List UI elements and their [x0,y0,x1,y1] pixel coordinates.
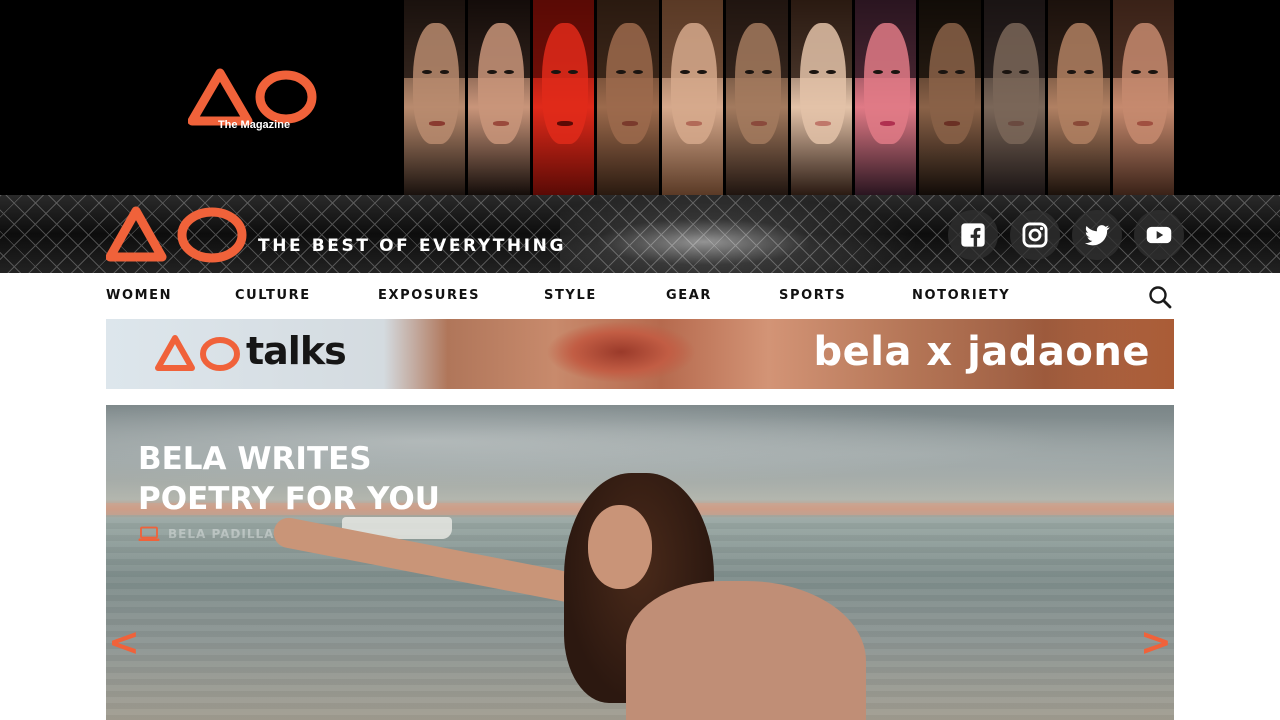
talks-headline: bela x jadaone [813,329,1150,375]
cover-face-panel [468,0,530,195]
main-nav: WOMEN CULTURE EXPOSURES STYLE GEAR SPORT… [106,284,1174,310]
hero-headline[interactable]: BELA WRITES POETRY FOR YOU [138,439,440,519]
facebook-icon [961,223,985,247]
hero-headline-line2[interactable]: POETRY FOR YOU [138,479,440,519]
twitter-icon [1084,225,1110,246]
talks-logo [155,335,240,371]
magazine-caption: The Magazine [217,119,291,131]
nav-item-gear[interactable]: GEAR [666,288,712,303]
nav-item-culture[interactable]: CULTURE [235,288,311,303]
instagram-link[interactable] [1010,210,1060,260]
cover-face-panel [532,0,595,195]
nav-item-women[interactable]: WOMEN [106,288,172,303]
talks-banner[interactable]: talks bela x jadaone [106,319,1174,389]
slider-prev-button[interactable]: < [108,623,140,661]
hero-slider[interactable]: BELA WRITES POETRY FOR YOU BELA PADILLA … [106,405,1174,720]
nav-item-exposures[interactable]: EXPOSURES [378,288,480,303]
twitter-link[interactable] [1072,210,1122,260]
banner-lips-image [546,321,696,383]
youtube-icon [1146,226,1172,244]
site-logo[interactable] [106,205,248,265]
city-lights [560,195,920,273]
cover-face-panel [661,0,724,195]
youtube-link[interactable] [1134,210,1184,260]
cover-faces-strip [404,0,1175,195]
cover-face-panel [597,0,659,195]
hero-byline: BELA PADILLA [138,526,274,542]
search-icon[interactable] [1146,284,1174,310]
cover-face-panel [404,0,466,195]
social-links [948,210,1184,260]
cover-face-panel [790,0,852,195]
hero-model-face [588,505,652,589]
hero-byline-author[interactable]: BELA PADILLA [168,527,274,541]
nav-item-notoriety[interactable]: NOTORIETY [912,288,1010,303]
cover-face-panel [983,0,1046,195]
laptop-icon [138,526,160,541]
cover-face-panel [854,0,917,195]
nav-item-style[interactable]: STYLE [544,288,597,303]
nav-item-sports[interactable]: SPORTS [779,288,846,303]
top-banner: The Magazine [0,0,1280,195]
cover-face-panel [1048,0,1110,195]
cover-face-panel [726,0,788,195]
slider-next-button[interactable]: > [1140,623,1172,661]
site-tagline: THE BEST OF EVERYTHING [258,236,567,256]
facebook-link[interactable] [948,210,998,260]
cover-face-panel [1112,0,1175,195]
hero-headline-line1[interactable]: BELA WRITES [138,439,440,479]
instagram-icon [1022,222,1048,248]
cover-face-panel [919,0,981,195]
talks-word: talks [246,329,347,373]
